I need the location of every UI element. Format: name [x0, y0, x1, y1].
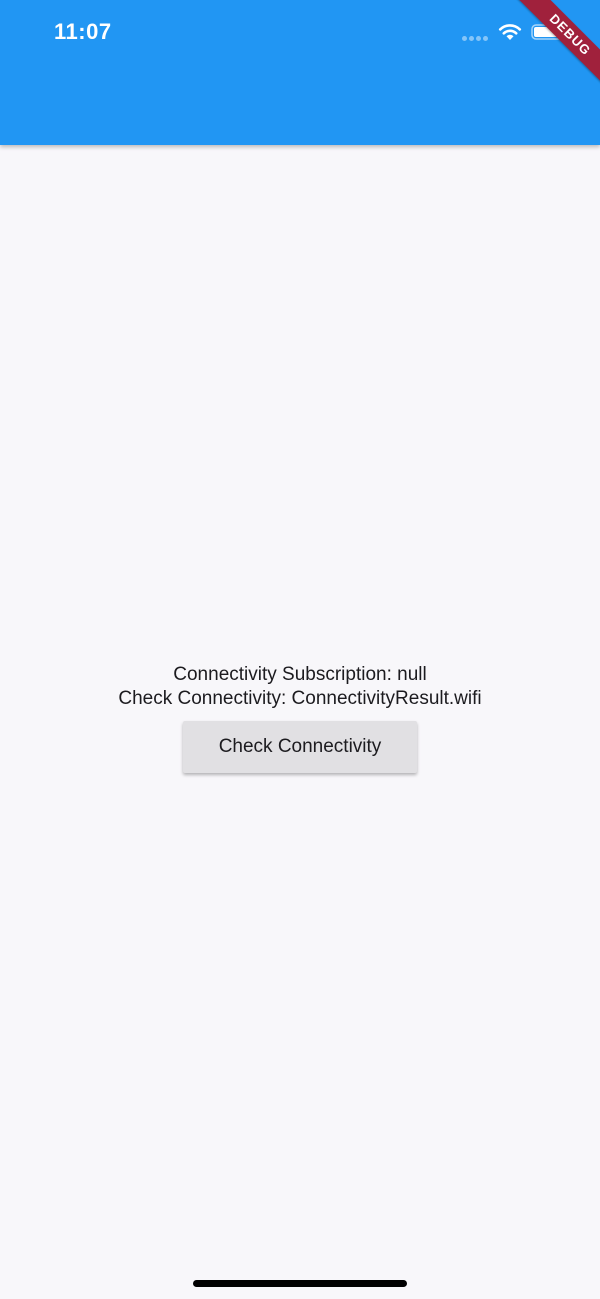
check-connectivity-button[interactable]: Check Connectivity	[183, 721, 417, 773]
wifi-icon	[498, 24, 522, 40]
home-indicator[interactable]	[193, 1280, 407, 1287]
check-connectivity-result-text: Check Connectivity: ConnectivityResult.w…	[118, 688, 482, 709]
status-bar-time: 11:07	[54, 19, 112, 44]
app-bar: 11:07 DEBUG	[0, 0, 600, 145]
subscription-status-text: Connectivity Subscription: null	[173, 664, 427, 685]
main-content: Connectivity Subscription: null Check Co…	[0, 145, 600, 1299]
signal-dots-icon	[462, 36, 488, 41]
debug-banner: DEBUG	[516, 0, 600, 89]
